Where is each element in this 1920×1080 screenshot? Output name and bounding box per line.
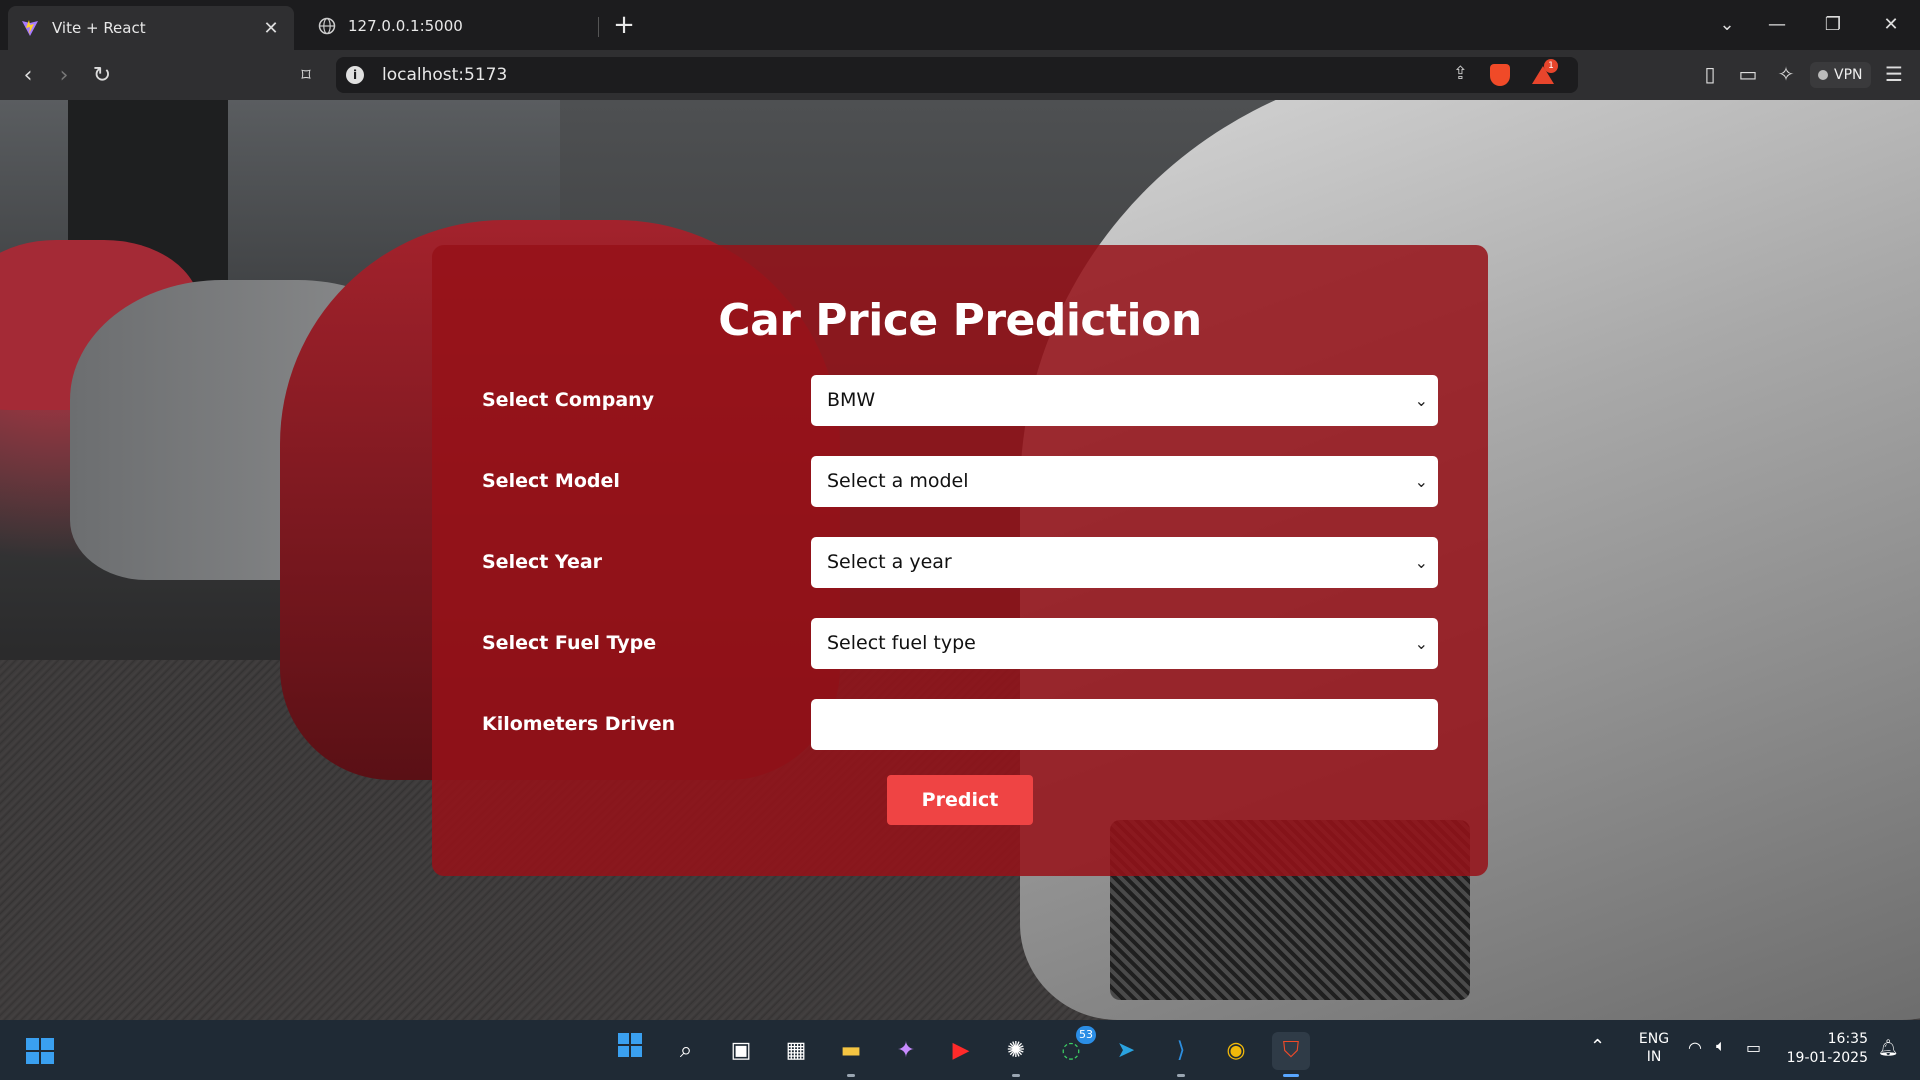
model-select-value: Select a model <box>827 470 969 492</box>
clock-time: 16:35 <box>1827 1031 1868 1047</box>
page-viewport: Car Price Prediction Select Company BMW … <box>0 100 1920 1020</box>
notifications-icon[interactable]: 🔔︎ <box>1878 1038 1898 1057</box>
company-select[interactable]: BMW ⌄ <box>811 375 1438 426</box>
fuel-type-select-value: Select fuel type <box>827 632 976 654</box>
vpn-button[interactable]: VPN <box>1810 62 1871 88</box>
year-select-value: Select a year <box>827 551 952 573</box>
page-title: Car Price Prediction <box>718 295 1202 346</box>
kilometers-input[interactable] <box>811 699 1438 750</box>
telegram-icon[interactable]: ➤ <box>1107 1032 1145 1070</box>
tab-vite-react[interactable]: Vite + React ✕ <box>8 6 294 50</box>
prediction-form-card: Car Price Prediction Select Company BMW … <box>432 245 1488 876</box>
language-indicator[interactable]: ENG IN <box>1636 1030 1672 1066</box>
sidebar-icon[interactable]: ▯ <box>1696 62 1724 86</box>
microsoft-store-icon[interactable]: ▦ <box>777 1032 815 1070</box>
search-icon[interactable]: ⌕ <box>667 1032 705 1070</box>
tab-title: 127.0.0.1:5000 <box>348 17 463 35</box>
restore-icon[interactable]: ❐ <box>1818 10 1848 40</box>
windows-start-icon[interactable] <box>611 1032 649 1070</box>
vpn-label: VPN <box>1834 67 1863 83</box>
share-icon[interactable]: ⇪ <box>1453 63 1468 84</box>
clock[interactable]: 16:35 19-01-2025 <box>1782 1030 1868 1068</box>
start-icon[interactable] <box>26 1038 56 1064</box>
model-label: Select Model <box>482 470 620 492</box>
volume-icon[interactable]: 🔈︎ <box>1716 1036 1726 1056</box>
vpn-status-icon <box>1818 70 1828 80</box>
clock-date: 19-01-2025 <box>1786 1050 1868 1066</box>
chatgpt-icon[interactable]: ✺ <box>997 1032 1035 1077</box>
reload-icon[interactable]: ↻ <box>86 60 118 92</box>
company-label: Select Company <box>482 389 655 411</box>
browser-toolbar: ‹ › ↻ ⌑ i localhost:5173 ⇪ 1 ▯ ▭ ✧ VPN ☰ <box>0 50 1920 100</box>
year-select[interactable]: Select a year ⌄ <box>811 537 1438 588</box>
battery-icon[interactable]: ▭ <box>1746 1038 1761 1057</box>
file-explorer-icon[interactable]: ▬ <box>832 1032 870 1077</box>
task-view-icon[interactable]: ▣ <box>722 1032 760 1070</box>
tab-divider <box>598 17 599 37</box>
wallet-icon[interactable]: ▭ <box>1734 62 1762 86</box>
kilometers-label: Kilometers Driven <box>482 713 676 735</box>
fuel-type-label: Select Fuel Type <box>482 632 657 654</box>
year-label: Select Year <box>482 551 603 573</box>
site-info-icon[interactable]: i <box>346 66 364 84</box>
brave-icon[interactable]: ⛉ <box>1272 1032 1310 1077</box>
bookmark-icon[interactable]: ⌑ <box>290 60 322 92</box>
tab-localhost-5000[interactable]: 127.0.0.1:5000 <box>306 6 600 46</box>
tab-search-chevron-icon[interactable]: ⌄ <box>1712 10 1742 40</box>
browser-tab-bar: Vite + React ✕ 127.0.0.1:5000 + ⌄ — ❐ ✕ <box>0 0 1920 50</box>
vscode-icon[interactable]: ⟩ <box>1162 1032 1200 1077</box>
chevron-down-icon: ⌄ <box>1414 391 1428 410</box>
address-bar[interactable]: i localhost:5173 ⇪ 1 <box>336 57 1578 93</box>
region-code: IN <box>1646 1049 1662 1065</box>
brave-shields-icon[interactable] <box>1490 64 1510 86</box>
whatsapp-icon[interactable]: ◌ 53 <box>1052 1026 1096 1070</box>
vite-icon <box>22 20 38 36</box>
predict-button[interactable]: Predict <box>887 775 1033 825</box>
youtube-icon[interactable]: ▶ <box>942 1032 980 1070</box>
close-window-icon[interactable]: ✕ <box>1876 10 1906 40</box>
whatsapp-badge: 53 <box>1076 1026 1096 1044</box>
chevron-down-icon: ⌄ <box>1414 472 1428 491</box>
new-tab-icon[interactable]: + <box>610 10 638 40</box>
close-tab-icon[interactable]: ✕ <box>260 18 282 39</box>
fuel-type-select[interactable]: Select fuel type ⌄ <box>811 618 1438 669</box>
copilot-icon[interactable]: ✦ <box>887 1032 925 1070</box>
language-code: ENG <box>1638 1031 1670 1047</box>
forward-icon[interactable]: › <box>48 60 80 92</box>
rewards-badge: 1 <box>1544 59 1558 73</box>
menu-icon[interactable]: ☰ <box>1880 62 1908 86</box>
chevron-down-icon: ⌄ <box>1414 634 1428 653</box>
show-hidden-icons-icon[interactable]: ⌃ <box>1590 1036 1605 1057</box>
leo-ai-icon[interactable]: ✧ <box>1772 62 1800 86</box>
windows-taskbar: ⌕ ▣ ▦ ▬ ✦ ▶ ✺ ◌ 53 ➤ ⟩ ◉ ⛉ ⌃ ENG IN ◠ 🔈︎… <box>0 1020 1920 1080</box>
tab-title: Vite + React <box>52 19 146 37</box>
back-icon[interactable]: ‹ <box>12 60 44 92</box>
minimize-icon[interactable]: — <box>1762 10 1792 40</box>
url-text[interactable]: localhost:5173 <box>382 65 507 85</box>
chrome-icon[interactable]: ◉ <box>1217 1032 1255 1070</box>
chevron-down-icon: ⌄ <box>1414 553 1428 572</box>
model-select[interactable]: Select a model ⌄ <box>811 456 1438 507</box>
globe-icon <box>318 17 336 35</box>
company-select-value: BMW <box>827 389 876 411</box>
wifi-icon[interactable]: ◠ <box>1688 1038 1702 1057</box>
